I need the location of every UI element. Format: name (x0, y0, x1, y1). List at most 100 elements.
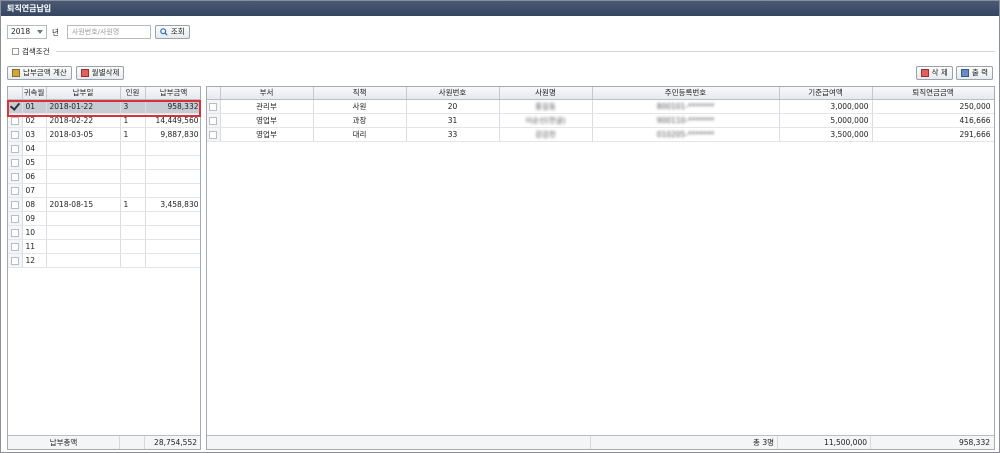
table-row[interactable]: 06 (8, 169, 200, 184)
select-all-header[interactable] (207, 87, 221, 100)
trash-icon (920, 69, 929, 77)
table-row[interactable]: 11 (8, 239, 200, 254)
col-header-count[interactable]: 인원 (120, 87, 146, 100)
select-all-header[interactable] (8, 87, 23, 100)
table-row[interactable]: 05 (8, 155, 200, 170)
table-row[interactable]: 03 2018-03-05 1 9,887,830 (8, 127, 200, 142)
row-checkbox[interactable] (10, 116, 19, 125)
row-checkbox[interactable] (209, 130, 218, 139)
col-header-name[interactable]: 사원명 (499, 87, 593, 100)
col-header-dept[interactable]: 부서 (220, 87, 314, 100)
cell-count: 1 (120, 113, 146, 128)
col-header-rrn[interactable]: 주민등록번호 (592, 87, 780, 100)
employee-pension-grid: 부서 직책 사원번호 사원명 주민등록번호 기준급여액 퇴직연금금액 관리부 사원… (206, 86, 995, 450)
filter-bar: 2018 년 사원번호/사원명 조회 (7, 24, 190, 40)
row-checkbox[interactable] (10, 200, 19, 209)
row-checkbox[interactable] (10, 130, 19, 139)
search-conditions: 검색조건 (7, 45, 995, 57)
cell-amount (145, 183, 200, 198)
table-row[interactable]: 02 2018-02-22 1 14,449,560 (8, 113, 200, 128)
grid-header-row: 부서 직책 사원번호 사원명 주민등록번호 기준급여액 퇴직연금금액 (207, 87, 994, 100)
cell-month: 09 (22, 211, 47, 226)
table-row[interactable]: 08 2018-08-15 1 3,458,830 (8, 197, 200, 212)
table-row[interactable]: 관리부 사원 20 홍길동 800101-******* 3,000,000 250,000 (207, 99, 994, 114)
search-icon (160, 28, 168, 36)
row-select-cell[interactable] (8, 197, 23, 212)
row-select-cell[interactable] (8, 169, 23, 184)
row-select-cell[interactable] (8, 239, 23, 254)
cell-amount: 3,458,830 (145, 197, 200, 212)
chevron-down-icon (37, 30, 43, 34)
delete-month-button[interactable]: 월별삭제 (75, 66, 125, 80)
cell-month: 10 (22, 225, 47, 240)
search-button[interactable]: 조회 (154, 25, 190, 39)
table-row[interactable]: 영업부 과장 31 이순신(한글) 900110-******* 5,000,000 416… (207, 113, 994, 128)
cell-pay-date (46, 141, 121, 156)
row-checkbox[interactable] (10, 228, 19, 237)
cell-pay-date: 2018-03-05 (46, 127, 121, 142)
cell-count: 3 (120, 99, 146, 114)
table-row[interactable]: 07 (8, 183, 200, 198)
footer-spacer (207, 436, 591, 449)
row-checkbox[interactable] (10, 186, 19, 195)
cell-pension: 416,666 (872, 113, 994, 128)
row-select-cell[interactable] (8, 127, 23, 142)
table-row[interactable]: 04 (8, 141, 200, 156)
row-select-cell[interactable] (8, 141, 23, 156)
cell-pension: 291,666 (872, 127, 994, 142)
table-row[interactable]: 01 2018-01-22 3 958,332 (8, 99, 200, 114)
cell-month: 03 (22, 127, 47, 142)
calc-amount-button[interactable]: 납부금액 계산 (7, 66, 72, 80)
calc-amount-label: 납부금액 계산 (23, 68, 67, 77)
cell-base-pay: 3,000,000 (779, 99, 873, 114)
delete-month-label: 월별삭제 (91, 68, 120, 77)
delete-label: 삭 제 (931, 68, 948, 77)
delete-button[interactable]: 삭 제 (915, 66, 953, 80)
row-select-cell[interactable] (8, 225, 23, 240)
row-checkbox[interactable] (10, 256, 19, 265)
row-select-cell[interactable] (8, 211, 23, 226)
year-select[interactable]: 2018 (7, 25, 47, 39)
table-row[interactable]: 영업부 대리 33 강감찬 010205-******* 3,500,000 291,666 (207, 127, 994, 142)
row-select-cell[interactable] (8, 183, 23, 198)
row-select-cell[interactable] (8, 113, 23, 128)
cell-count (120, 141, 146, 156)
cell-dept: 관리부 (220, 99, 314, 114)
col-header-amount[interactable]: 납부금액 (145, 87, 200, 100)
cell-count: 1 (120, 127, 146, 142)
col-header-base-pay[interactable]: 기준급여액 (779, 87, 873, 100)
cell-pay-date (46, 211, 121, 226)
print-button[interactable]: 출 력 (955, 66, 993, 80)
row-checkbox[interactable] (10, 214, 19, 223)
row-checkbox[interactable] (10, 158, 19, 167)
app-window: 퇴직연금납입 2018 년 사원번호/사원명 조회 검색조건 납부금액 계산 월… (0, 0, 1000, 453)
table-row[interactable]: 10 (8, 225, 200, 240)
employee-search-input[interactable]: 사원번호/사원명 (66, 25, 151, 39)
cell-pay-date (46, 225, 121, 240)
cell-name: 이순신(한글) (499, 113, 593, 128)
row-checkbox[interactable] (209, 102, 218, 111)
row-checkbox[interactable] (209, 116, 218, 125)
conditions-toggle-checkbox[interactable] (12, 47, 19, 55)
col-header-month[interactable]: 귀속월 (22, 87, 47, 100)
row-checkbox[interactable] (10, 144, 19, 153)
row-select-cell[interactable] (8, 155, 23, 170)
window-title: 퇴직연금납입 (1, 1, 999, 16)
row-checkbox[interactable] (10, 242, 19, 251)
cell-dept: 영업부 (220, 113, 314, 128)
col-header-emp-no[interactable]: 사원번호 (406, 87, 500, 100)
col-header-pension[interactable]: 퇴직연금금액 (872, 87, 994, 100)
row-select-cell[interactable] (207, 127, 221, 142)
cell-base-pay: 3,500,000 (779, 127, 873, 142)
col-header-position[interactable]: 직책 (313, 87, 407, 100)
row-select-cell[interactable] (207, 99, 221, 114)
col-header-pay-date[interactable]: 납부일 (46, 87, 121, 100)
cell-pension: 250,000 (872, 99, 994, 114)
row-select-cell[interactable] (8, 253, 23, 268)
printer-icon (960, 69, 969, 77)
table-row[interactable]: 12 (8, 253, 200, 268)
row-checkbox[interactable] (10, 172, 19, 181)
row-select-cell[interactable] (8, 99, 23, 114)
row-select-cell[interactable] (207, 113, 221, 128)
table-row[interactable]: 09 (8, 211, 200, 226)
